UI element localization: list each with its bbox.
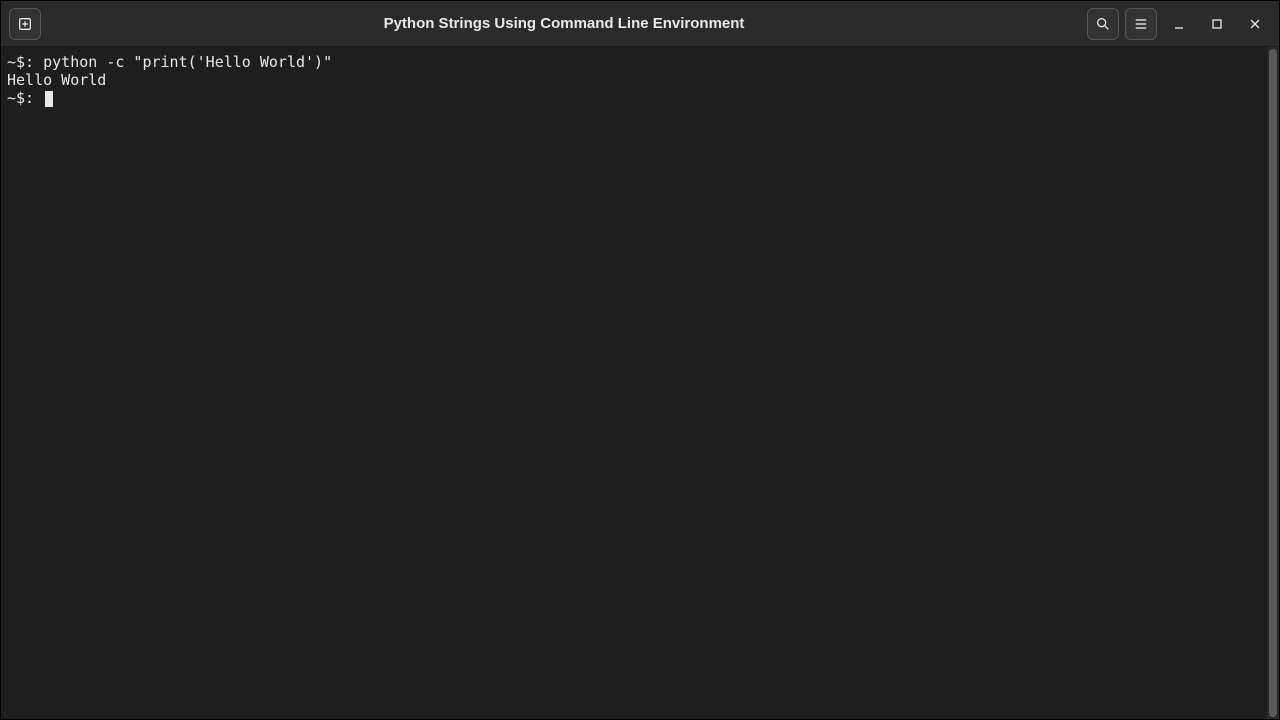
titlebar: Python Strings Using Command Line Enviro…: [1, 1, 1279, 47]
minimize-button[interactable]: [1163, 8, 1195, 40]
window-title: Python Strings Using Command Line Enviro…: [41, 15, 1087, 32]
terminal-area[interactable]: ~$: python -c "print('Hello World')" Hel…: [1, 47, 1279, 719]
prompt: ~$:: [7, 53, 34, 71]
search-icon: [1095, 16, 1111, 32]
scrollbar[interactable]: [1267, 47, 1279, 719]
cursor: [45, 91, 53, 107]
maximize-icon: [1209, 16, 1225, 32]
menu-button[interactable]: [1125, 8, 1157, 40]
close-button[interactable]: [1239, 8, 1271, 40]
close-icon: [1247, 16, 1263, 32]
terminal-output[interactable]: ~$: python -c "print('Hello World')" Hel…: [1, 47, 1267, 719]
command-text: [34, 89, 43, 107]
terminal-window: Python Strings Using Command Line Enviro…: [0, 0, 1280, 720]
search-button[interactable]: [1087, 8, 1119, 40]
minimize-icon: [1171, 16, 1187, 32]
plus-box-icon: [17, 16, 33, 32]
new-tab-button[interactable]: [9, 8, 41, 40]
maximize-button[interactable]: [1201, 8, 1233, 40]
prompt: ~$:: [7, 89, 34, 107]
scroll-thumb[interactable]: [1269, 49, 1277, 717]
command-text: python -c "print('Hello World')": [34, 53, 332, 71]
hamburger-icon: [1133, 16, 1149, 32]
output-text: Hello World: [7, 71, 106, 89]
